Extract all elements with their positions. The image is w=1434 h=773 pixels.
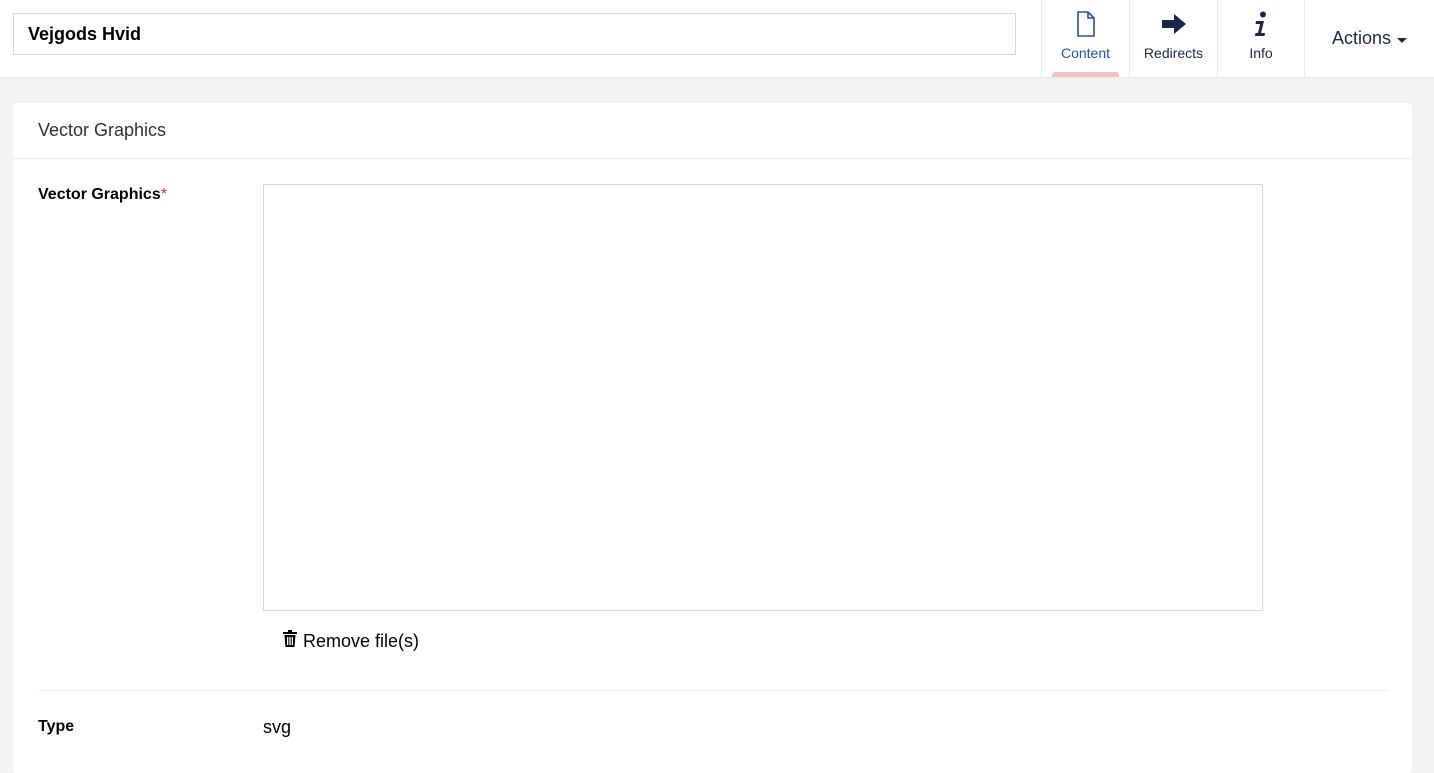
tab-label: Content (1060, 45, 1111, 61)
active-tab-indicator (1052, 72, 1119, 77)
arrow-right-icon (1161, 11, 1187, 37)
file-preview (263, 184, 1263, 611)
remove-files-button[interactable]: Remove file(s) (283, 630, 419, 652)
tab-label: Info (1249, 45, 1273, 61)
editor-header: Content Redirects Info Actions (0, 0, 1434, 78)
tab-content[interactable]: Content (1041, 0, 1129, 77)
vector-graphics-label: Vector Graphics* (38, 186, 167, 204)
editor-tabs: Content Redirects Info (1041, 0, 1305, 77)
tab-info[interactable]: Info (1217, 0, 1305, 77)
document-icon (1076, 11, 1096, 37)
caret-down-icon (1397, 37, 1408, 43)
type-label: Type (38, 718, 75, 735)
panel-title: Vector Graphics (13, 103, 1412, 159)
info-icon (1254, 11, 1268, 37)
actions-label: Actions (1331, 28, 1392, 48)
divider (38, 690, 1388, 691)
remove-files-label: Remove file(s) (303, 630, 420, 651)
property-label-text: Vector Graphics (38, 186, 161, 203)
trash-icon (283, 630, 297, 652)
tab-redirects[interactable]: Redirects (1129, 0, 1217, 77)
type-value: svg (263, 717, 292, 737)
required-marker: * (160, 186, 167, 203)
tab-label: Redirects (1143, 45, 1204, 61)
actions-dropdown[interactable]: Actions (1304, 0, 1434, 77)
properties-panel: Vector Graphics Vector Graphics* Remove … (13, 103, 1412, 773)
node-name-input[interactable] (13, 13, 1016, 55)
